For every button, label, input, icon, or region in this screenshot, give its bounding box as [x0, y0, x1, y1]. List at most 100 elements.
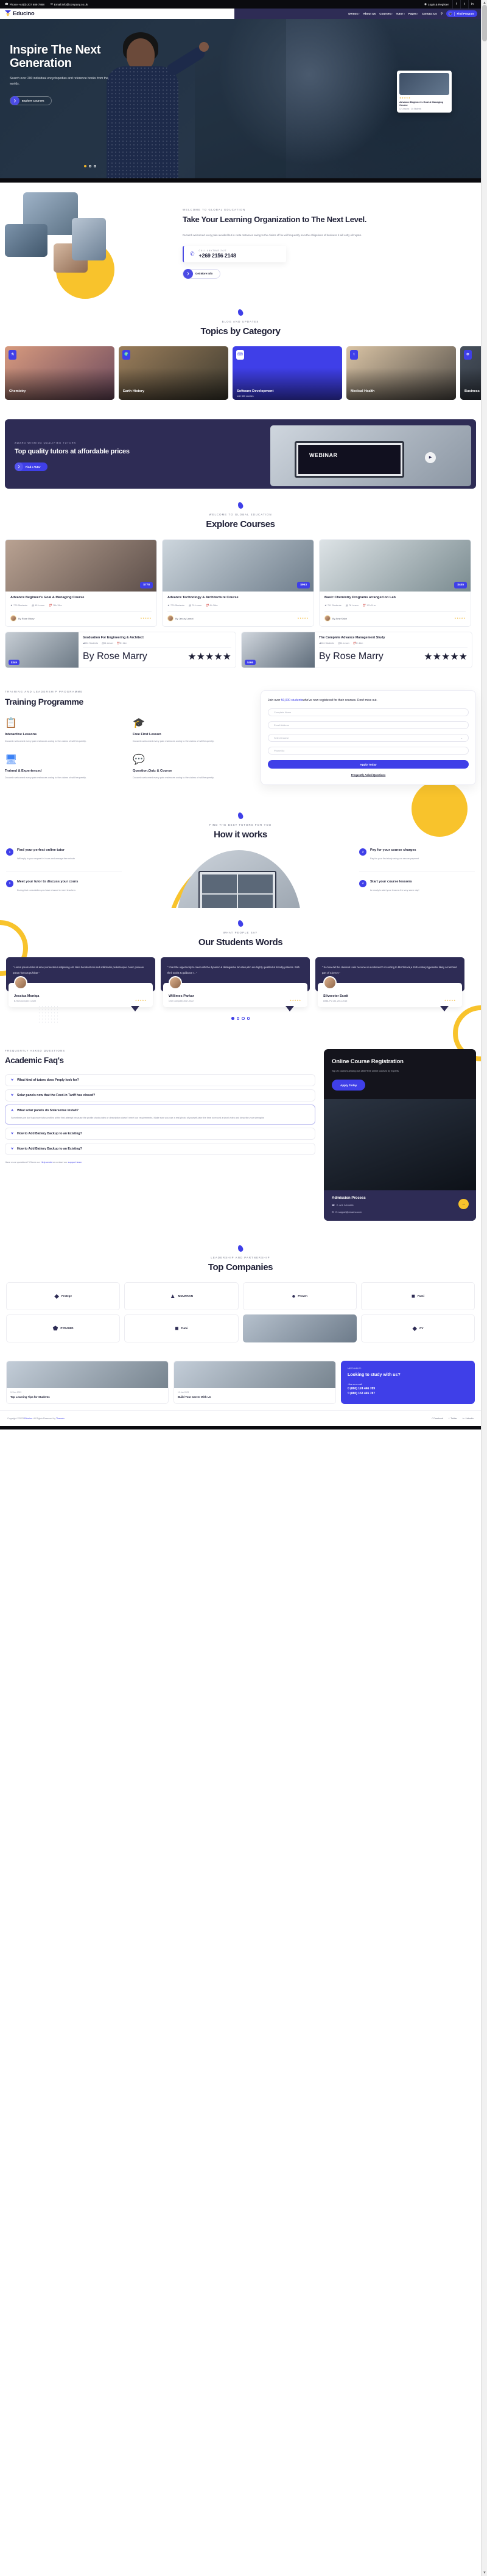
faq-item-expanded[interactable]: ⮝ What solar panels do Solarsense install…	[5, 1104, 315, 1125]
linkedin-link[interactable]: in Linkedin	[463, 1417, 474, 1420]
course-card[interactable]: $963 Advance Technology & Architecture C…	[162, 539, 314, 627]
company-logo-protege[interactable]: ◆ Protege	[6, 1282, 121, 1311]
help-center-link[interactable]: Help center	[41, 1161, 53, 1164]
find-a-tutor-button[interactable]: ❯ Find a Tutor	[15, 462, 47, 472]
course-title: Basic Chemistry Programs arranged on Lab	[324, 595, 396, 599]
apply-today-button[interactable]: Apply Today	[268, 760, 469, 769]
company-logo-proven[interactable]: ● Proven	[242, 1282, 357, 1311]
twitter-icon[interactable]: t	[460, 0, 468, 9]
headset-icon: ✆	[190, 250, 195, 257]
companies-title: Top Companies	[208, 1262, 273, 1273]
blog-card[interactable]: 12 Jan 2023 Build Your Career With Us	[173, 1361, 336, 1405]
promo-apply-button[interactable]: Apply Today	[332, 1080, 366, 1091]
faq-item[interactable]: ⮟ What kind of tutors does Preply look fo…	[5, 1073, 315, 1086]
copyright-brand-link[interactable]: Educino	[24, 1417, 32, 1420]
medical-icon: ⚕	[350, 349, 358, 360]
study-with-us-cta[interactable]: NEED HELP? Looking to study with us? Giv…	[341, 1361, 475, 1405]
admission-phone[interactable]: ☎ P: 801 245 0655	[332, 1204, 468, 1207]
topbar-email[interactable]: ✉ Email:info@company.co.uk	[51, 2, 88, 6]
play-button-icon[interactable]: ▶	[425, 452, 436, 463]
course-thumbnail: $349	[5, 632, 79, 668]
logo[interactable]: Educino	[5, 10, 35, 17]
faq-item[interactable]: ⮟ How to Add Battery Backup to an Existin…	[5, 1127, 315, 1140]
training-section: TRAINING AND LEADERSHIP PROGRAMME Traini…	[0, 674, 481, 837]
pyramid-icon: ⬟	[52, 1325, 58, 1332]
divider	[10, 611, 152, 612]
call-anytime-box[interactable]: ✆ CALL ANYTIME 24/7 +269 2156 2148	[183, 245, 286, 262]
topic-card-medical-health[interactable]: ⚕ Medical Health over 600 courses	[346, 346, 456, 400]
blog-image	[7, 1361, 168, 1389]
blog-card[interactable]: 12 Jan 2023 Top Learning Tips for Studen…	[6, 1361, 169, 1405]
faq-link[interactable]: Frequently Asked Questions	[268, 773, 469, 777]
diamond-icon: ◆	[54, 1293, 59, 1300]
course-card[interactable]: $778 Advance Begineer's Goal & Managing …	[5, 539, 157, 627]
nav-item-contact-us[interactable]: Contact Us	[422, 12, 437, 15]
testimonial-card[interactable]: ” So how did the classical Latin become …	[315, 957, 464, 1012]
nav-item-pages[interactable]: Pages ▾	[408, 12, 418, 15]
slider-dot-2[interactable]	[89, 165, 91, 167]
slider-dot-1[interactable]	[231, 1017, 234, 1020]
company-logo-cv[interactable]: ◆ CV	[360, 1314, 475, 1343]
topic-name: Earth History	[123, 389, 145, 393]
twitter-link[interactable]: t Twitter	[449, 1417, 457, 1420]
faq-item[interactable]: ⮟ Solar panels now that the Feed-in Tarif…	[5, 1089, 315, 1101]
testimonials-section: WHAT PEOPLE SAY Our Students Words ” Lor…	[0, 908, 487, 1062]
email-field[interactable]: Email Address	[268, 721, 469, 730]
nav-item-about-us[interactable]: About Us	[363, 12, 376, 15]
chevron-down-icon: ▾	[391, 12, 393, 15]
course-card-wide[interactable]: $466 The Complete Advance Management Stu…	[241, 632, 472, 669]
header-right: Demos ▾ About Us Courses ▾ Tutor ▾ Pages ▾ C…	[234, 9, 481, 19]
facebook-icon[interactable]: f	[452, 0, 460, 9]
login-register-link[interactable]: ◉ Login & Register	[424, 2, 449, 6]
course-card-wide[interactable]: $349 Graduation For Engineering & Archit…	[5, 632, 236, 669]
search-icon[interactable]: ⚲	[441, 12, 443, 16]
testimonial-card[interactable]: ” I had the opportunity to meet with the…	[161, 957, 310, 1012]
phone-field[interactable]: Phone No	[268, 747, 469, 755]
scroll-down-arrow[interactable]: ▼	[482, 2571, 487, 2575]
topic-card-chemistry[interactable]: ⚗ Chemistry over 600 courses	[5, 346, 114, 400]
admission-email[interactable]: ✉ E: support@educino.com	[332, 1210, 468, 1214]
topic-card-earth-history[interactable]: 🌍 Earth History over 600 courses	[119, 346, 228, 400]
topics-eyebrow: BLOG AND UPDATES	[222, 319, 259, 323]
company-logo-mountain[interactable]: ▲ MOUNTAIN	[124, 1282, 239, 1311]
topics-section: BLOG AND UPDATES Topics by Category ⚗ Ch…	[0, 297, 487, 414]
slider-dot-1[interactable]	[84, 165, 86, 167]
nav-item-demos[interactable]: Demos ▾	[348, 12, 359, 15]
company-logo-fumi-studio[interactable]: ■ Fumi	[360, 1282, 475, 1311]
find-program-button[interactable]: 🎓 Find Program	[446, 10, 477, 17]
training-left: TRAINING AND LEADERSHIP PROGRAMME Traini…	[5, 690, 261, 789]
slider-dot-3[interactable]	[242, 1017, 245, 1020]
blog-body: 12 Jan 2023 Top Learning Tips for Studen…	[7, 1388, 168, 1403]
promo-title: Online Course Registration	[332, 1058, 404, 1065]
support-team-link[interactable]: support team	[68, 1161, 82, 1164]
scrollbar-thumb[interactable]	[482, 5, 487, 41]
testimonials-title: Our Students Words	[198, 937, 283, 948]
course-select[interactable]: Select Course ⌄	[268, 734, 469, 742]
hero-course-card[interactable]: ★★★★★ Advance Beginner's Goal & Managing…	[397, 71, 452, 113]
get-more-info-button[interactable]: ❯ Get More Info	[183, 268, 221, 279]
name-field[interactable]: Complate Name	[268, 708, 469, 717]
slider-dot-4[interactable]	[247, 1017, 250, 1020]
course-card[interactable]: $445 Basic Chemistry Programs arranged o…	[319, 539, 471, 627]
testimonial-card[interactable]: ” Lorem ipsum dolor sit amet,consectetur…	[6, 957, 155, 1012]
topbar-phone[interactable]: ☎ Phone:+44(0) 207 689 7888	[5, 2, 44, 6]
feature-question-quiz-course: 💬 Question,Quiz & Course Ducamb welcomed…	[133, 753, 261, 780]
nav-item-tutor[interactable]: Tutor ▾	[396, 12, 405, 15]
step-desc: be ready to start your lessons the very …	[370, 888, 419, 892]
faq-item[interactable]: ⮟ How to Add Battery Backup to an Existin…	[5, 1142, 315, 1155]
company-logo-fumi-studio-2[interactable]: ■ Fumi	[124, 1314, 239, 1343]
topic-card-software-development[interactable]: ⌨ Software Development over 600 courses	[233, 346, 342, 400]
company-logo-pyramid[interactable]: ⬟ PYRAMID	[6, 1314, 121, 1343]
slider-dot-3[interactable]	[94, 165, 96, 167]
circle-icon: ●	[292, 1293, 296, 1300]
slider-dot-2[interactable]	[236, 1017, 239, 1020]
hero-cta-button[interactable]: ❯ Explore Courses	[10, 96, 52, 106]
nav-item-courses[interactable]: Courses ▾	[379, 12, 392, 15]
arrow-right-icon: ❯	[15, 462, 23, 472]
page-scrollbar[interactable]: ▲ ▼	[481, 0, 487, 2576]
linkedin-icon[interactable]: in	[468, 0, 476, 9]
divider	[167, 611, 309, 612]
copyright-themeix-link[interactable]: Themeix	[56, 1417, 65, 1420]
facebook-link[interactable]: f Facebook	[432, 1417, 443, 1420]
arrow-right-icon[interactable]: →	[458, 1199, 469, 1210]
